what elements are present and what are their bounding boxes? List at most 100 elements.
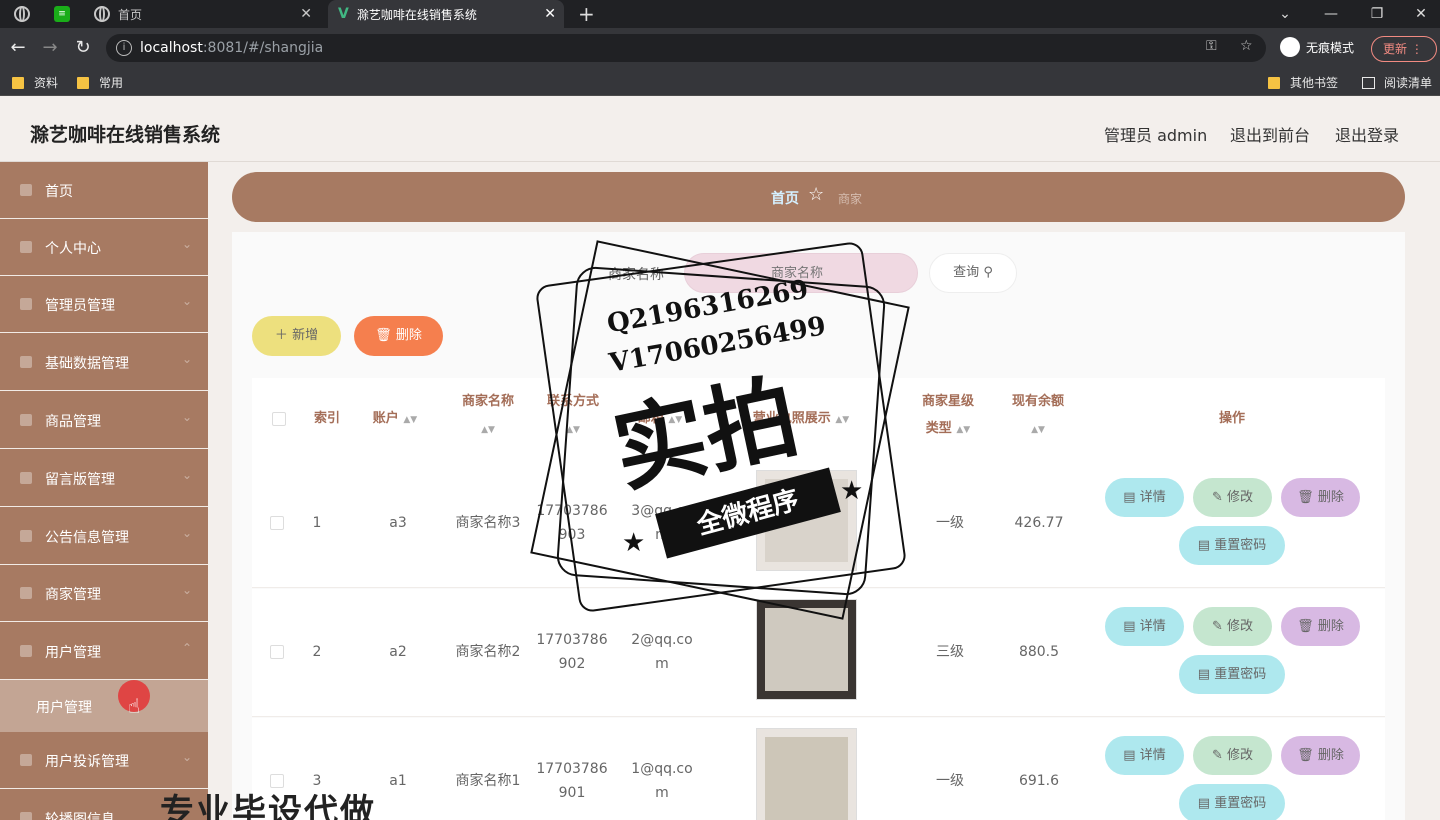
col-name[interactable]: 商家名称 ▲▼ xyxy=(448,388,528,444)
document-icon: ▤ xyxy=(1123,748,1136,763)
col-account[interactable]: 账户 ▲▼ xyxy=(370,405,420,434)
sidebar-item-products[interactable]: 商品管理 ⌄ xyxy=(0,392,208,449)
edit-button[interactable]: ✎ 修改 xyxy=(1193,478,1272,517)
update-button[interactable]: 更新 ⋮ xyxy=(1371,36,1437,62)
update-label: 更新 xyxy=(1383,42,1408,56)
edit-label: 修改 xyxy=(1227,619,1254,634)
sidebar-item-users[interactable]: 用户管理 ⌃ xyxy=(0,623,208,680)
back-icon[interactable]: ← xyxy=(6,36,30,60)
user-icon xyxy=(20,241,32,253)
license-thumbnail[interactable] xyxy=(756,728,857,820)
cell-account: a3 xyxy=(389,515,407,531)
row-checkbox[interactable] xyxy=(270,645,284,659)
star-icon[interactable]: ☆ xyxy=(1240,38,1253,54)
sidebar-item-profile[interactable]: 个人中心 ⌄ xyxy=(0,219,208,276)
detail-label: 详情 xyxy=(1139,490,1166,505)
bookmark-label: 常用 xyxy=(99,76,124,90)
sidebar-item-label: 商家管理 xyxy=(45,587,101,603)
reset-password-button[interactable]: ▤ 重置密码 xyxy=(1179,655,1285,694)
search-button-label: 查询 xyxy=(953,265,980,280)
minimize-icon[interactable]: — xyxy=(1308,0,1354,28)
app-favicon-icon[interactable]: ≡ xyxy=(54,0,74,28)
folder-icon xyxy=(1268,76,1280,89)
bookmark-folder[interactable]: 资料 xyxy=(12,74,58,91)
window-close-icon[interactable]: ✕ xyxy=(1398,0,1440,28)
reading-list[interactable]: 阅读清单 xyxy=(1362,74,1432,91)
edit-button[interactable]: ✎ 修改 xyxy=(1193,736,1272,775)
bookmark-folder[interactable]: 其他书签 xyxy=(1268,74,1338,91)
tab-search-icon[interactable]: ⌄ xyxy=(1262,0,1308,28)
sort-icon: ▲▼ xyxy=(403,415,418,425)
sidebar: 首页 个人中心 ⌄ 管理员管理 ⌄ 基础数据管理 ⌄ 商品管理 ⌄ 留言版管理 ⌄ 公告信… xyxy=(0,162,208,820)
tab-home[interactable]: 首页 ✕ xyxy=(94,0,320,28)
reset-password-button[interactable]: ▤ 重置密码 xyxy=(1179,784,1285,820)
sidebar-item-label: 管理员管理 xyxy=(45,298,115,314)
omnibox[interactable]: i localhost:8081/#/shangjia ⚿ ☆ xyxy=(106,34,1266,62)
cell-index: 2 xyxy=(312,644,322,660)
edit-button[interactable]: ✎ 修改 xyxy=(1193,607,1272,646)
detail-button[interactable]: ▤ 详情 xyxy=(1105,607,1184,646)
key-icon[interactable]: ⚿ xyxy=(1206,38,1217,54)
close-icon[interactable]: ✕ xyxy=(544,6,556,22)
col-star[interactable]: 商家星级 类型 ▲▼ xyxy=(908,388,988,444)
forward-icon[interactable]: → xyxy=(38,36,62,60)
detail-button[interactable]: ▤ 详情 xyxy=(1105,736,1184,775)
star-icon: ★ xyxy=(622,528,646,558)
delete-button-label: 删除 xyxy=(395,328,422,343)
breadcrumb-home[interactable]: 首页 xyxy=(771,188,799,208)
sidebar-item-label: 用户投诉管理 xyxy=(45,754,129,770)
sidebar-item-messages[interactable]: 留言版管理 ⌄ xyxy=(0,450,208,507)
sidebar-item-notices[interactable]: 公告信息管理 ⌄ xyxy=(0,508,208,565)
sidebar-item-home[interactable]: 首页 xyxy=(0,162,208,219)
cell-star: 一级 xyxy=(936,773,964,789)
trash-icon: 🗑 xyxy=(1297,748,1314,763)
edit-label: 修改 xyxy=(1227,490,1254,505)
url-text[interactable]: localhost:8081/#/shangjia xyxy=(140,40,323,56)
tab-active[interactable]: V 滁艺咖啡在线销售系统 ✕ xyxy=(328,0,564,28)
chevron-up-icon: ⌃ xyxy=(181,641,192,655)
reset-label: 重置密码 xyxy=(1214,796,1267,811)
star-icon: ☆ xyxy=(808,184,825,205)
incognito-indicator[interactable]: 无痕模式 xyxy=(1280,37,1354,57)
sidebar-item-merchants[interactable]: 商家管理 ⌄ xyxy=(0,565,208,622)
sidebar-item-basic-data[interactable]: 基础数据管理 ⌄ xyxy=(0,334,208,391)
search-button[interactable]: 查询 ⚲ xyxy=(929,253,1017,293)
sidebar-item-label: 轮播图信息 xyxy=(45,812,115,820)
sidebar-item-admins[interactable]: 管理员管理 ⌄ xyxy=(0,276,208,333)
pencil-icon: ✎ xyxy=(1211,748,1223,763)
cell-index: 1 xyxy=(312,515,322,531)
chevron-down-icon: ⌄ xyxy=(181,352,192,366)
sidebar-item-complaints[interactable]: 用户投诉管理 ⌄ xyxy=(0,732,208,789)
cell-phone-line1: 17703786 xyxy=(536,632,608,648)
delete-label: 删除 xyxy=(1317,490,1344,505)
chevron-down-icon: ⌄ xyxy=(181,468,192,482)
browser-globe-icon[interactable] xyxy=(14,0,34,28)
sidebar-subitem-users[interactable]: 用户管理 xyxy=(0,680,208,732)
delete-button[interactable]: 🗑 删除 xyxy=(1281,478,1360,517)
logout-link[interactable]: 退出登录 xyxy=(1335,122,1399,146)
app-title: 滁艺咖啡在线销售系统 xyxy=(30,124,221,146)
add-button[interactable]: ＋ 新增 xyxy=(252,316,341,356)
flag-icon xyxy=(20,472,32,484)
cell-phone-line2: 901 xyxy=(558,785,586,801)
delete-button[interactable]: 🗑 删除 xyxy=(1281,607,1360,646)
reload-icon[interactable]: ↻ xyxy=(71,36,95,60)
close-icon[interactable]: ✕ xyxy=(300,6,312,22)
row-checkbox[interactable] xyxy=(270,516,284,530)
cell-name: 商家名称1 xyxy=(455,773,521,789)
chevron-down-icon: ⌄ xyxy=(181,750,192,764)
select-all-checkbox[interactable] xyxy=(272,412,286,426)
detail-button[interactable]: ▤ 详情 xyxy=(1105,478,1184,517)
admin-icon xyxy=(20,298,32,310)
batch-delete-button[interactable]: 🗑 删除 xyxy=(354,316,443,356)
col-balance[interactable]: 现有余额 ▲▼ xyxy=(998,388,1078,444)
reset-password-button[interactable]: ▤ 重置密码 xyxy=(1179,526,1285,565)
chevron-down-icon: ⌄ xyxy=(181,294,192,308)
bookmark-folder[interactable]: 常用 xyxy=(77,74,123,91)
new-tab-icon[interactable]: + xyxy=(578,0,598,28)
info-icon[interactable]: i xyxy=(116,40,132,56)
globe-icon xyxy=(94,6,110,22)
back-to-front-link[interactable]: 退出到前台 xyxy=(1230,122,1310,146)
delete-button[interactable]: 🗑 删除 xyxy=(1281,736,1360,775)
restore-icon[interactable]: ❐ xyxy=(1354,0,1400,28)
